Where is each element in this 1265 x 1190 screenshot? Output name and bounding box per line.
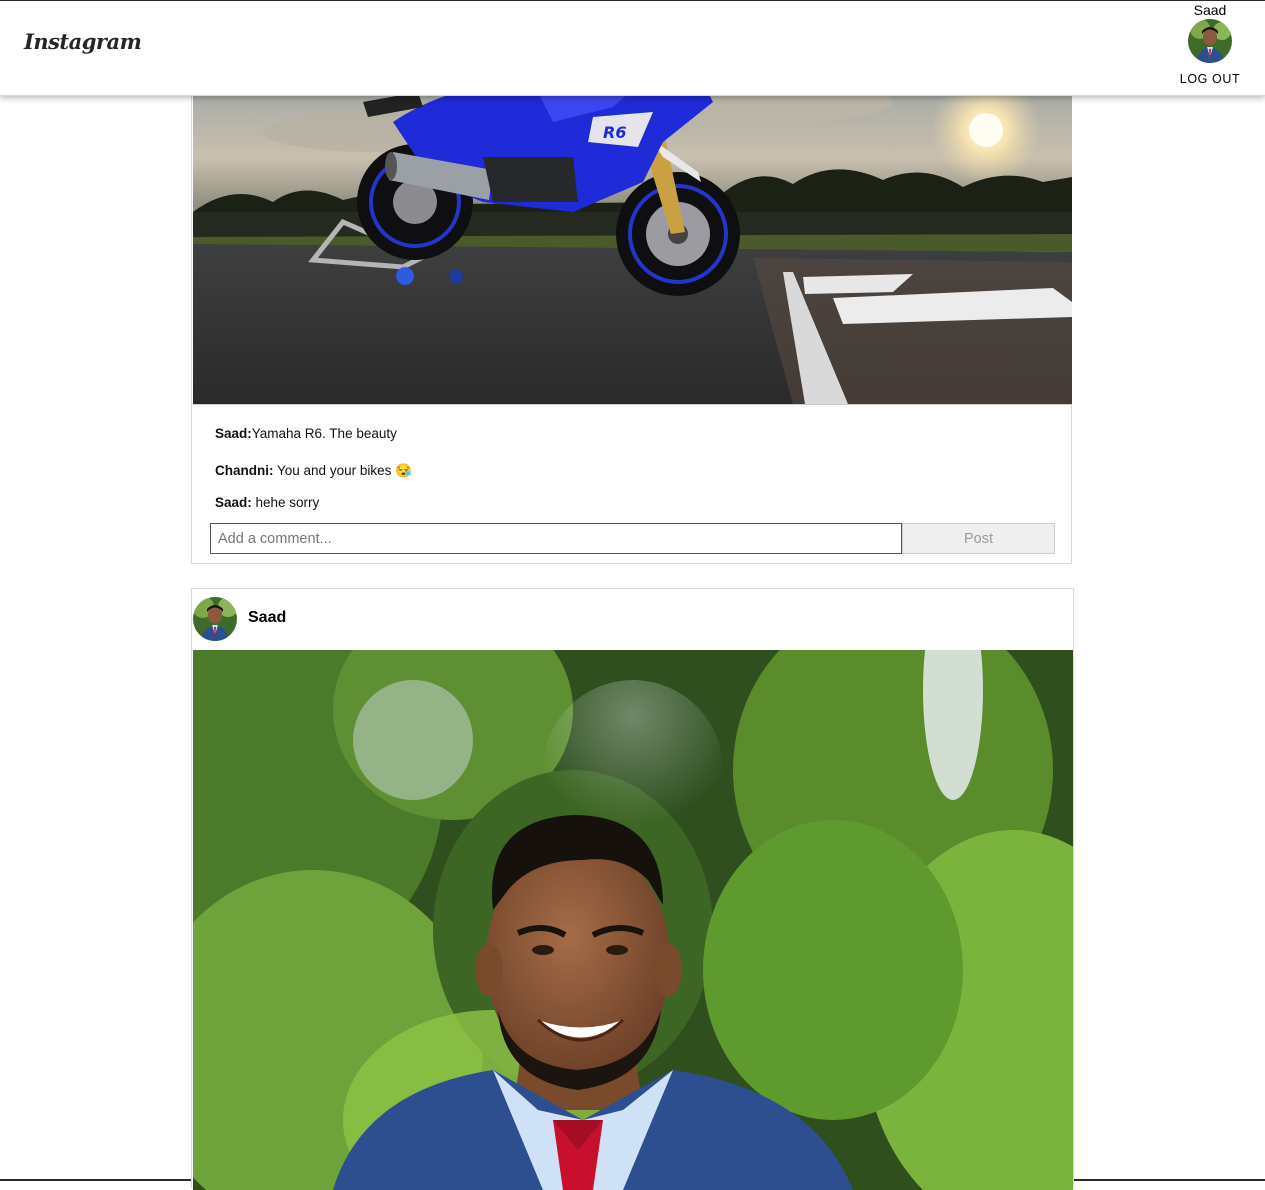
current-username: Saad bbox=[1193, 2, 1227, 18]
comment-username[interactable]: Saad: bbox=[215, 426, 252, 441]
comment-username[interactable]: Saad: bbox=[215, 495, 252, 510]
post-author-avatar[interactable] bbox=[193, 597, 237, 641]
comment-input[interactable] bbox=[210, 523, 902, 554]
comment-text: hehe sorry bbox=[251, 495, 320, 510]
comment-username[interactable]: Chandni: bbox=[215, 463, 274, 478]
comment: Saad:Yamaha R6. The beauty bbox=[215, 426, 397, 441]
instagram-logo[interactable]: Instagram bbox=[24, 29, 142, 54]
user-avatar[interactable] bbox=[1188, 19, 1232, 63]
comment: Saad: hehe sorry bbox=[215, 495, 319, 510]
comment-text: Yamaha R6. The beauty bbox=[251, 426, 397, 441]
svg-text:R6: R6 bbox=[603, 123, 626, 142]
post-image bbox=[193, 650, 1073, 1190]
post-image: R6 bbox=[193, 62, 1072, 405]
logout-button[interactable]: LOG OUT bbox=[1170, 72, 1250, 86]
post-author-name[interactable]: Saad bbox=[248, 609, 286, 627]
top-nav: Instagram Saad LOG OUT bbox=[0, 1, 1265, 96]
comment-text: You and your bikes 😪 bbox=[273, 463, 412, 478]
user-menu: Saad LOG OUT bbox=[1170, 1, 1250, 86]
post-card: Saad bbox=[191, 588, 1074, 1190]
post-card: R6 Saad:Yamaha R6. The beauty Chandni: Y… bbox=[191, 61, 1072, 564]
post-header: Saad bbox=[192, 589, 1073, 650]
comment: Chandni: You and your bikes 😪 bbox=[215, 463, 412, 479]
post-comment-button[interactable]: Post bbox=[902, 523, 1055, 554]
